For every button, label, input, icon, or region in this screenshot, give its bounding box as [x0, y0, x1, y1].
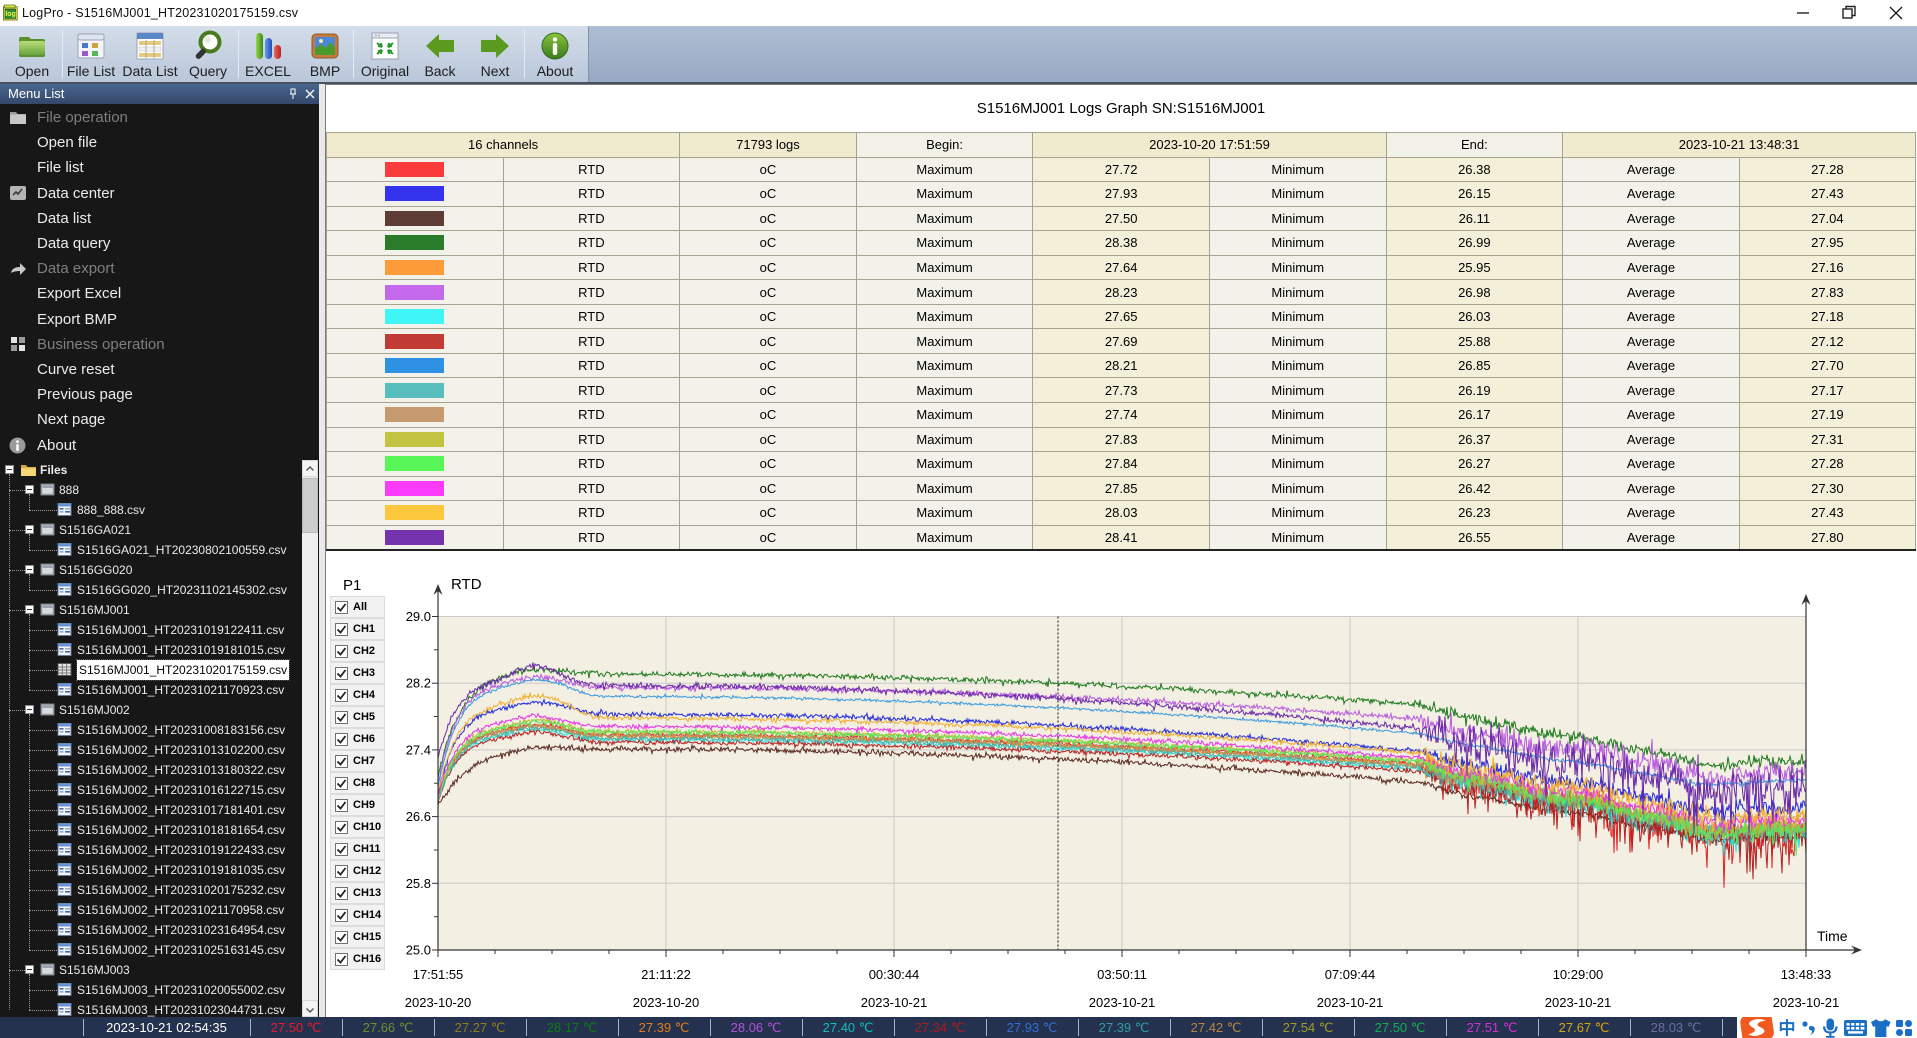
svg-text:27.4: 27.4 [406, 742, 431, 757]
svg-text:25.8: 25.8 [406, 876, 431, 891]
svg-text:2023-10-21: 2023-10-21 [1317, 995, 1384, 1010]
svg-text:RTD: RTD [451, 576, 482, 593]
svg-text:2023-10-20: 2023-10-20 [405, 995, 472, 1010]
svg-text:21:11:22: 21:11:22 [641, 967, 691, 982]
svg-text:中: 中 [1779, 1018, 1796, 1038]
svg-text:29.0: 29.0 [406, 609, 431, 624]
svg-text:00:30:44: 00:30:44 [869, 967, 920, 982]
svg-text:25.0: 25.0 [406, 943, 431, 958]
svg-text:log: log [5, 10, 16, 18]
svg-text:28.2: 28.2 [406, 676, 431, 691]
svg-text:10:29:00: 10:29:00 [1553, 967, 1604, 982]
svg-text:2023-10-21: 2023-10-21 [1773, 995, 1840, 1010]
svg-text:13:48:33: 13:48:33 [1781, 967, 1832, 982]
svg-text:2023-10-21: 2023-10-21 [1089, 995, 1156, 1010]
svg-text:07:09:44: 07:09:44 [1325, 967, 1376, 982]
svg-text:Time: Time [1817, 928, 1848, 944]
svg-text:26.6: 26.6 [406, 809, 431, 824]
svg-text:17:51:55: 17:51:55 [413, 967, 464, 982]
svg-text:2023-10-21: 2023-10-21 [861, 995, 928, 1010]
svg-text:2023-10-20: 2023-10-20 [633, 995, 700, 1010]
svg-text:2023-10-21: 2023-10-21 [1545, 995, 1612, 1010]
svg-text:03:50:11: 03:50:11 [1097, 967, 1147, 982]
